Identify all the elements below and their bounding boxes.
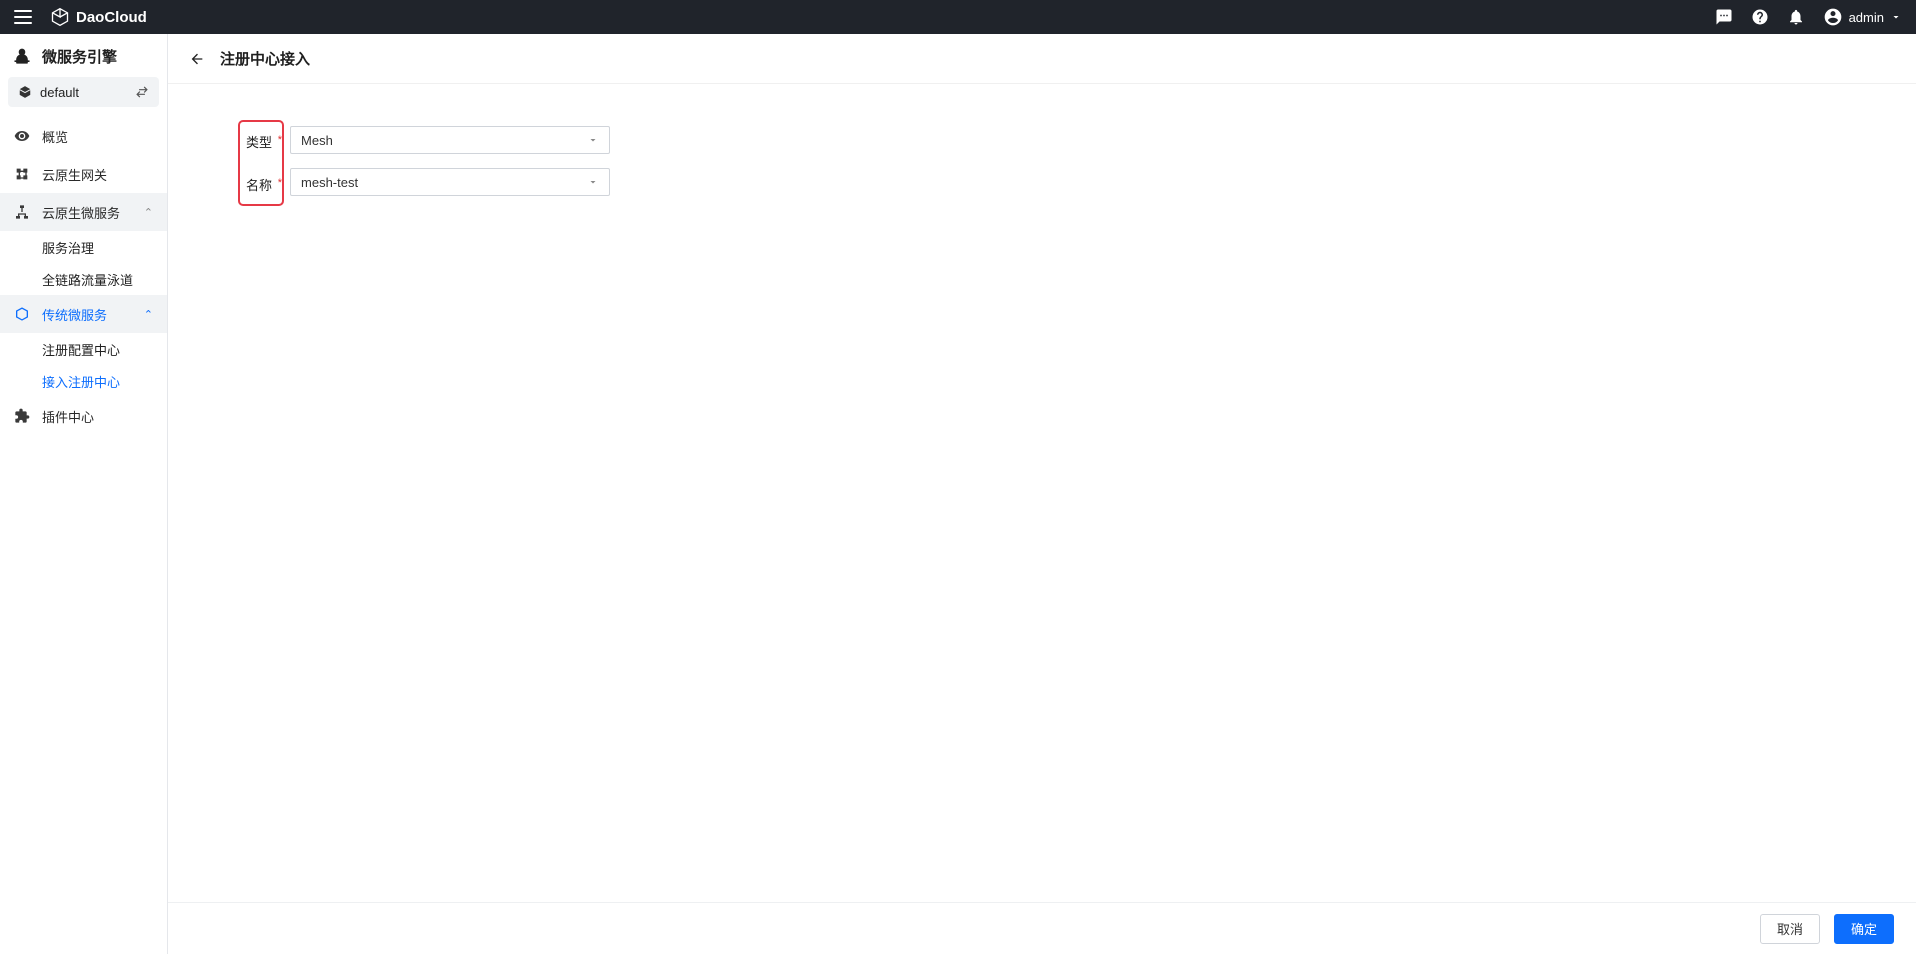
nav-traditional-microservice[interactable]: 传统微服务 ⌃ — [0, 295, 167, 333]
help-icon[interactable] — [1751, 8, 1769, 26]
nav-overview[interactable]: 概览 — [0, 117, 167, 155]
arrow-left-icon — [189, 51, 205, 67]
brand-logo[interactable]: DaoCloud — [50, 7, 147, 27]
message-icon[interactable] — [1715, 8, 1733, 26]
user-icon — [1823, 7, 1843, 27]
sidebar-title: 微服务引擎 — [0, 34, 167, 77]
swap-icon — [135, 85, 149, 99]
main: 注册中心接入 类型* 名称* Mesh — [168, 34, 1916, 954]
sidebar: 微服务引擎 default 概览 云原生网关 云原生微服务 ⌃ 服务治理 全链路… — [0, 34, 168, 954]
nav: 概览 云原生网关 云原生微服务 ⌃ 服务治理 全链路流量泳道 传统微服务 ⌃ 注… — [0, 117, 167, 435]
nav-traffic-lane[interactable]: 全链路流量泳道 — [0, 263, 167, 295]
type-label: 类型* — [246, 132, 280, 151]
main-header: 注册中心接入 — [168, 34, 1916, 84]
logo-icon — [50, 7, 70, 27]
form-fields: Mesh mesh-test — [290, 120, 610, 206]
nav-registry-access[interactable]: 接入注册中心 — [0, 365, 167, 397]
cancel-button[interactable]: 取消 — [1760, 914, 1820, 944]
gateway-icon — [14, 166, 30, 182]
eye-icon — [14, 128, 30, 144]
required-marker: * — [278, 134, 282, 146]
user-menu[interactable]: admin — [1823, 7, 1902, 27]
menu-toggle[interactable] — [14, 10, 32, 24]
back-button[interactable] — [188, 50, 206, 68]
brand-text: DaoCloud — [76, 9, 147, 26]
nav-plugin-center[interactable]: 插件中心 — [0, 397, 167, 435]
confirm-button[interactable]: 确定 — [1834, 914, 1894, 944]
page-body: 微服务引擎 default 概览 云原生网关 云原生微服务 ⌃ 服务治理 全链路… — [0, 34, 1916, 954]
nav-cloud-gateway[interactable]: 云原生网关 — [0, 155, 167, 193]
topbar: DaoCloud admin — [0, 0, 1916, 34]
bell-icon[interactable] — [1787, 8, 1805, 26]
workspace-selector[interactable]: default — [8, 77, 159, 107]
form-labels-highlight: 类型* 名称* — [238, 120, 284, 206]
chevron-down-icon — [587, 134, 599, 146]
type-select[interactable]: Mesh — [290, 126, 610, 154]
workspace-name: default — [40, 85, 127, 100]
name-value: mesh-test — [301, 175, 358, 190]
plugin-icon — [14, 408, 30, 424]
form-area: 类型* 名称* Mesh mesh-test — [182, 96, 1902, 902]
type-value: Mesh — [301, 133, 333, 148]
topbar-left: DaoCloud — [14, 7, 147, 27]
form-footer: 取消 确定 — [168, 902, 1916, 954]
user-name: admin — [1849, 10, 1884, 25]
page-title: 注册中心接入 — [220, 48, 310, 69]
chevron-down-icon — [1890, 11, 1902, 23]
required-marker: * — [278, 177, 282, 189]
chevron-up-icon: ⌃ — [144, 308, 153, 321]
chevron-up-icon: ⌃ — [144, 206, 153, 219]
nav-registry-config[interactable]: 注册配置中心 — [0, 333, 167, 365]
cube-icon — [14, 306, 30, 322]
topbar-right: admin — [1715, 7, 1902, 27]
workspace-icon — [18, 85, 32, 99]
nav-service-governance[interactable]: 服务治理 — [0, 231, 167, 263]
nav-cloud-microservice[interactable]: 云原生微服务 ⌃ — [0, 193, 167, 231]
sitemap-icon — [14, 204, 30, 220]
chevron-down-icon — [587, 176, 599, 188]
name-label: 名称* — [246, 175, 280, 194]
name-select[interactable]: mesh-test — [290, 168, 610, 196]
engine-icon — [12, 47, 32, 67]
